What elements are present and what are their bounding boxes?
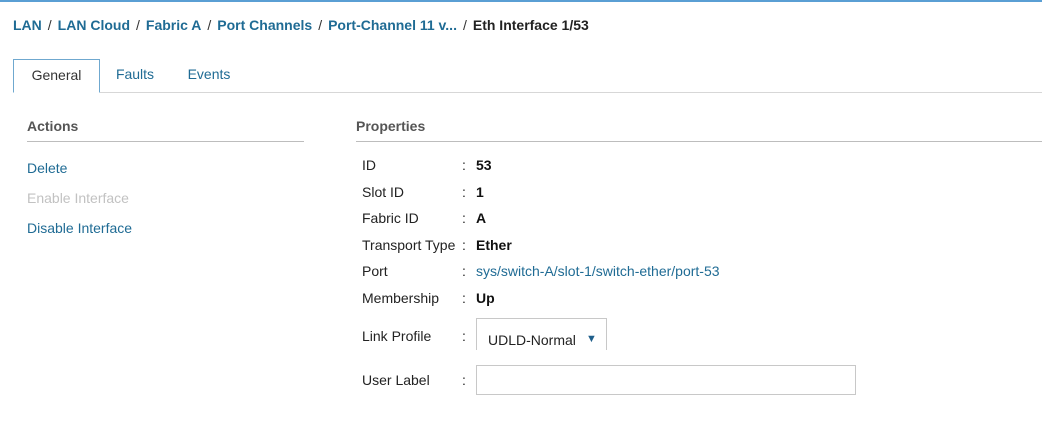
id-label: ID bbox=[362, 157, 376, 173]
properties-divider bbox=[356, 141, 1042, 142]
disable-interface-link[interactable]: Disable Interface bbox=[27, 220, 132, 236]
id-value: 53 bbox=[476, 157, 492, 173]
user-label-label: User Label bbox=[362, 372, 430, 388]
actions-divider bbox=[27, 141, 304, 142]
actions-panel: Actions bbox=[27, 118, 304, 142]
breadcrumb-fabric-a[interactable]: Fabric A bbox=[146, 17, 202, 33]
breadcrumb-lan[interactable]: LAN bbox=[13, 17, 42, 33]
transport-type-value: Ether bbox=[476, 237, 512, 253]
port-label: Port bbox=[362, 263, 388, 279]
fabric-id-label: Fabric ID bbox=[362, 210, 419, 226]
breadcrumb: LAN / LAN Cloud / Fabric A / Port Channels / Por… bbox=[13, 17, 589, 33]
breadcrumb-separator: / bbox=[47, 17, 52, 33]
port-colon: : bbox=[462, 263, 466, 279]
properties-title: Properties bbox=[356, 118, 426, 134]
membership-colon: : bbox=[462, 290, 466, 306]
slot-id-value: 1 bbox=[476, 184, 484, 200]
tab-general[interactable]: General bbox=[13, 59, 100, 93]
id-colon: : bbox=[462, 157, 466, 173]
breadcrumb-current: Eth Interface 1/53 bbox=[472, 17, 589, 33]
breadcrumb-port-channel-11[interactable]: Port-Channel 11 v... bbox=[328, 17, 457, 33]
port-link[interactable]: sys/switch-A/slot-1/switch-ether/port-53 bbox=[476, 263, 720, 279]
user-label-colon: : bbox=[462, 372, 466, 388]
transport-type-label: Transport Type bbox=[362, 237, 456, 253]
membership-value: Up bbox=[476, 290, 495, 306]
link-profile-select[interactable]: UDLD-Normal ▼ bbox=[476, 318, 607, 350]
enable-interface-link: Enable Interface bbox=[27, 190, 129, 206]
delete-link[interactable]: Delete bbox=[27, 160, 67, 176]
tab-faults[interactable]: Faults bbox=[107, 59, 163, 92]
breadcrumb-separator: / bbox=[318, 17, 323, 33]
fabric-id-colon: : bbox=[462, 210, 466, 226]
breadcrumb-lan-cloud[interactable]: LAN Cloud bbox=[58, 17, 130, 33]
chevron-down-icon: ▼ bbox=[586, 333, 597, 345]
slot-id-label: Slot ID bbox=[362, 184, 405, 200]
fabric-id-value: A bbox=[476, 210, 487, 226]
breadcrumb-separator: / bbox=[136, 17, 140, 33]
link-profile-colon: : bbox=[462, 328, 466, 344]
actions-title: Actions bbox=[27, 118, 79, 134]
slot-id-colon: : bbox=[462, 184, 466, 200]
tab-bar: General Faults Events bbox=[13, 59, 1042, 93]
link-profile-label: Link Profile bbox=[362, 328, 432, 344]
breadcrumb-separator: / bbox=[207, 17, 212, 33]
membership-label: Membership bbox=[362, 290, 440, 306]
breadcrumb-separator: / bbox=[462, 17, 467, 33]
top-accent-line bbox=[0, 0, 1042, 2]
transport-type-colon: : bbox=[462, 237, 466, 253]
tab-events[interactable]: Events bbox=[179, 59, 239, 92]
user-label-input[interactable] bbox=[476, 365, 856, 395]
breadcrumb-port-channels[interactable]: Port Channels bbox=[217, 17, 312, 33]
properties-panel: Properties bbox=[356, 118, 1042, 142]
link-profile-selected-value: UDLD-Normal bbox=[488, 332, 576, 348]
tab-bar-divider bbox=[13, 92, 1042, 93]
